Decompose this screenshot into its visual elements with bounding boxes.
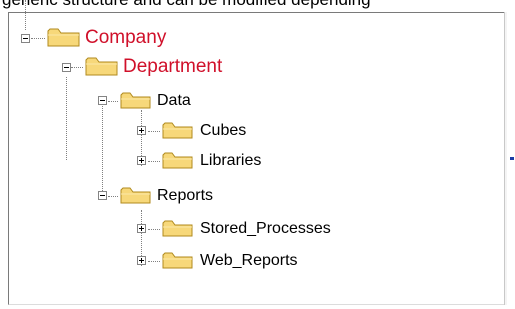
folder-icon xyxy=(162,252,193,269)
expand-toggle-cubes[interactable] xyxy=(137,126,146,135)
tree-line xyxy=(25,0,26,30)
panel-right-border xyxy=(504,12,507,305)
folder-icon xyxy=(162,122,193,139)
expand-toggle-stored-processes[interactable] xyxy=(137,224,146,233)
tree-line xyxy=(102,104,103,197)
caption-text: generic structure and can be modified de… xyxy=(2,0,371,10)
tree-node-libraries[interactable]: Libraries xyxy=(200,151,261,171)
tree-line xyxy=(148,131,160,132)
tree-line xyxy=(66,77,67,160)
tree-node-company[interactable]: Company xyxy=(85,28,166,48)
expand-toggle-libraries[interactable] xyxy=(137,156,146,165)
folder-icon xyxy=(120,92,151,109)
folder-icon xyxy=(120,187,151,204)
tree-line xyxy=(71,67,83,68)
collapse-toggle-company[interactable] xyxy=(21,34,30,43)
folder-icon xyxy=(162,220,193,237)
tree-line xyxy=(148,161,160,162)
collapse-toggle-reports[interactable] xyxy=(98,191,107,200)
tree-line xyxy=(108,101,118,102)
tree-node-stored-processes[interactable]: Stored_Processes xyxy=(200,219,331,239)
blue-marker xyxy=(510,157,514,160)
tree-node-department[interactable]: Department xyxy=(123,57,222,77)
tree-node-cubes[interactable]: Cubes xyxy=(200,121,246,141)
tree-node-web-reports[interactable]: Web_Reports xyxy=(200,251,298,271)
tree-line xyxy=(108,196,118,197)
folder-icon xyxy=(162,152,193,169)
folder-icon xyxy=(85,57,118,76)
folder-icon xyxy=(47,28,80,47)
tree-node-data[interactable]: Data xyxy=(157,91,191,111)
tree-node-reports[interactable]: Reports xyxy=(157,186,213,206)
tree-line xyxy=(148,229,160,230)
collapse-toggle-department[interactable] xyxy=(62,63,71,72)
tree-line xyxy=(31,38,45,39)
tree-line xyxy=(148,261,160,262)
collapse-toggle-data[interactable] xyxy=(98,96,107,105)
expand-toggle-web-reports[interactable] xyxy=(137,256,146,265)
